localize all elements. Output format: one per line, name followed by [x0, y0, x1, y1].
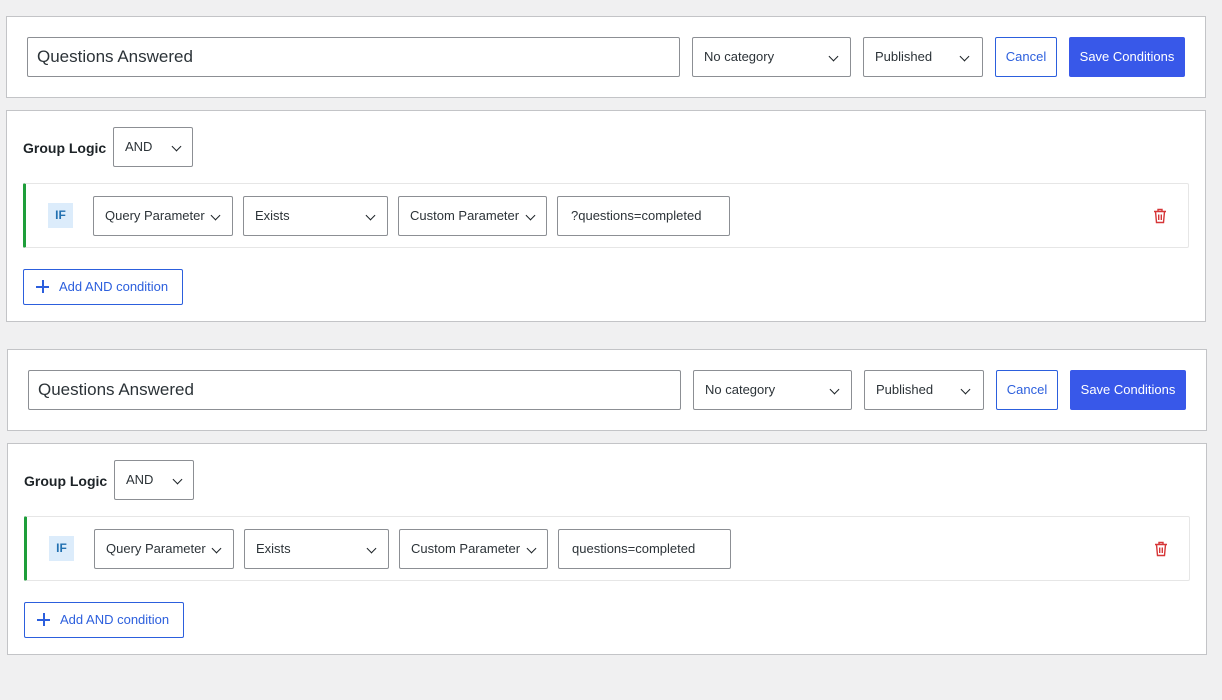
- group-panel: Group Logic AND IF Query Parameter Exist…: [6, 110, 1206, 322]
- parameter-type-value: Custom Parameter: [410, 208, 520, 223]
- chevron-down-icon: [829, 384, 840, 395]
- add-and-condition-label: Add AND condition: [59, 279, 169, 294]
- status-select-value: Published: [876, 382, 934, 397]
- plus-icon: [36, 280, 49, 293]
- parameter-type-value: Custom Parameter: [411, 541, 521, 556]
- condition-block-2: Questions Answered No category Published…: [1, 333, 1222, 666]
- trash-icon[interactable]: [1154, 541, 1168, 557]
- operator-value: Exists: [256, 541, 291, 556]
- condition-type-select[interactable]: Query Parameter: [93, 196, 233, 236]
- category-select[interactable]: No category: [693, 370, 852, 410]
- parameter-type-select[interactable]: Custom Parameter: [399, 529, 548, 569]
- header-panel: Questions Answered No category Published…: [6, 16, 1206, 98]
- title-input[interactable]: Questions Answered: [28, 370, 681, 410]
- group-logic-label: Group Logic: [23, 140, 107, 156]
- category-select-value: No category: [704, 49, 775, 64]
- chevron-down-icon: [171, 141, 182, 152]
- add-and-condition-label: Add AND condition: [60, 612, 170, 627]
- parameter-value-input[interactable]: questions=completed: [558, 529, 731, 569]
- chevron-down-icon: [365, 210, 376, 221]
- save-conditions-button[interactable]: Save Conditions: [1069, 37, 1185, 77]
- chevron-down-icon: [211, 543, 222, 554]
- header-panel: Questions Answered No category Published…: [7, 349, 1207, 431]
- chevron-down-icon: [172, 474, 183, 485]
- chevron-down-icon: [828, 51, 839, 62]
- chevron-down-icon: [210, 210, 221, 221]
- group-logic-label: Group Logic: [24, 473, 108, 489]
- add-and-condition-button[interactable]: Add AND condition: [24, 602, 184, 638]
- parameter-value-input[interactable]: ?questions=completed: [557, 196, 730, 236]
- if-badge: IF: [48, 203, 73, 228]
- status-select[interactable]: Published: [863, 37, 983, 77]
- operator-select[interactable]: Exists: [244, 529, 389, 569]
- category-select-value: No category: [705, 382, 776, 397]
- title-input[interactable]: Questions Answered: [27, 37, 680, 77]
- condition-row: IF Query Parameter Exists Custom Paramet…: [23, 183, 1189, 248]
- chevron-down-icon: [526, 543, 537, 554]
- group-panel: Group Logic AND IF Query Parameter Exist…: [7, 443, 1207, 655]
- operator-value: Exists: [255, 208, 290, 223]
- status-select[interactable]: Published: [864, 370, 984, 410]
- group-logic-value: AND: [125, 139, 153, 154]
- condition-row: IF Query Parameter Exists Custom Paramet…: [24, 516, 1190, 581]
- condition-block-1: Questions Answered No category Published…: [0, 0, 1222, 333]
- operator-select[interactable]: Exists: [243, 196, 388, 236]
- trash-icon[interactable]: [1153, 208, 1167, 224]
- group-logic-select[interactable]: AND: [113, 127, 193, 167]
- chevron-down-icon: [959, 51, 970, 62]
- condition-type-value: Query Parameter: [105, 208, 205, 223]
- chevron-down-icon: [960, 384, 971, 395]
- condition-type-select[interactable]: Query Parameter: [94, 529, 234, 569]
- chevron-down-icon: [366, 543, 377, 554]
- group-logic-value: AND: [126, 472, 154, 487]
- if-badge: IF: [49, 536, 74, 561]
- chevron-down-icon: [525, 210, 536, 221]
- condition-type-value: Query Parameter: [106, 541, 206, 556]
- group-logic-select[interactable]: AND: [114, 460, 194, 500]
- parameter-type-select[interactable]: Custom Parameter: [398, 196, 547, 236]
- cancel-button[interactable]: Cancel: [996, 370, 1058, 410]
- add-and-condition-button[interactable]: Add AND condition: [23, 269, 183, 305]
- cancel-button[interactable]: Cancel: [995, 37, 1057, 77]
- category-select[interactable]: No category: [692, 37, 851, 77]
- plus-icon: [37, 613, 50, 626]
- status-select-value: Published: [875, 49, 933, 64]
- save-conditions-button[interactable]: Save Conditions: [1070, 370, 1186, 410]
